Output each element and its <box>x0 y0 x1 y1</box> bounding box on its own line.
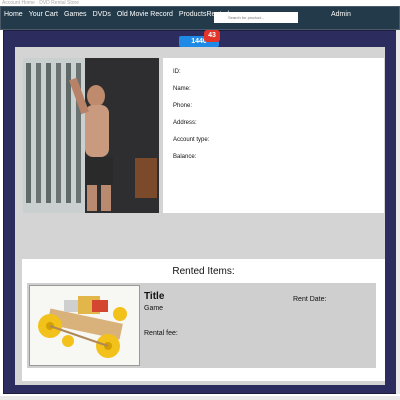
search-input[interactable] <box>214 12 298 23</box>
notification-badge[interactable]: 43 <box>204 30 220 42</box>
rented-items-panel: Rented Items: Title Game Rental fee: Ren… <box>22 259 385 381</box>
nav-old-movie-record-link[interactable]: Old Movie Record <box>117 11 173 18</box>
nav-cart-link[interactable]: Your Cart <box>29 11 58 18</box>
top-navbar: Home Your Cart Games DVDs Old Movie Reco… <box>0 6 400 30</box>
main-frame: 1440 43 ID: Name: Phone: Address: Accoun… <box>3 30 397 394</box>
field-phone: Phone: <box>173 103 193 109</box>
admin-link[interactable]: Admin <box>331 11 351 18</box>
profile-photo-image <box>23 58 159 213</box>
item-type: Game <box>144 305 164 312</box>
nav-home-link[interactable]: Home <box>4 11 23 18</box>
nav-links: Home Your Cart Games DVDs Old Movie Reco… <box>4 11 229 18</box>
item-rent-date: Rent Date: <box>293 296 327 303</box>
toy-car-image <box>30 286 139 365</box>
item-rental-fee: Rental fee: <box>144 330 178 337</box>
vertical-scrollbar[interactable] <box>396 30 400 394</box>
profile-info-panel: ID: Name: Phone: Address: Account type: … <box>163 58 384 213</box>
field-name: Name: <box>173 86 191 92</box>
field-balance: Balance: <box>173 154 197 160</box>
rented-items-heading: Rented Items: <box>172 266 235 277</box>
nav-dvds-link[interactable]: DVDs <box>93 11 111 18</box>
rented-item-card[interactable]: Title Game Rental fee: Rent Date: <box>27 283 376 368</box>
field-account-type: Account type: <box>173 137 210 143</box>
item-image <box>29 285 140 366</box>
field-id: ID: <box>173 69 181 75</box>
item-title: Title <box>144 291 165 302</box>
nav-games-link[interactable]: Games <box>64 11 87 18</box>
horizontal-scrollbar[interactable] <box>0 396 400 400</box>
account-content: ID: Name: Phone: Address: Account type: … <box>15 47 385 385</box>
profile-photo <box>23 58 159 213</box>
field-address: Address: <box>173 120 197 126</box>
